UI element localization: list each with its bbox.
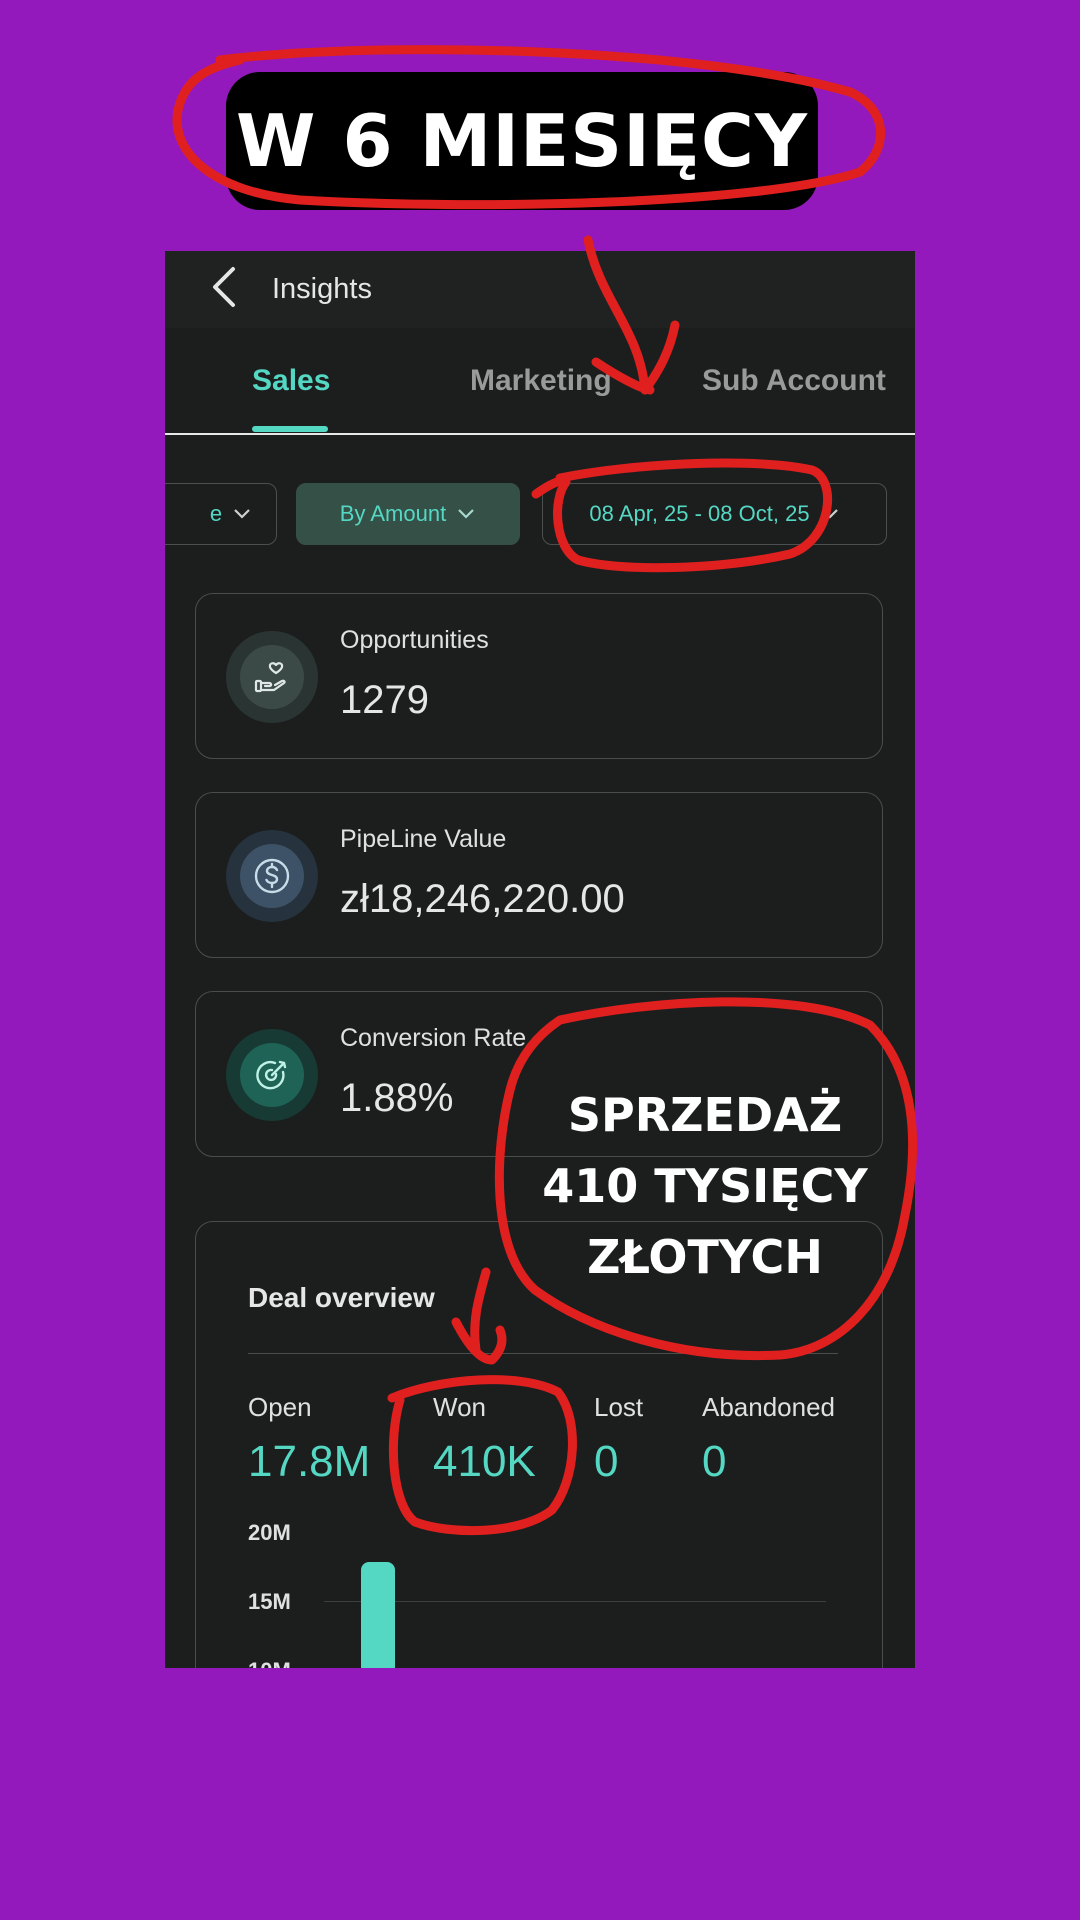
app-screen: Insights Sales Marketing Sub Account e B…: [165, 251, 915, 1668]
back-arrow-icon[interactable]: [205, 257, 245, 317]
pipeline-value-card[interactable]: PipeLine Value zł18,246,220.00: [195, 792, 883, 958]
stat-lost[interactable]: Lost 0: [594, 1392, 643, 1487]
stat-abandoned-value: 0: [702, 1437, 727, 1486]
page-title: Insights: [272, 273, 372, 305]
annotation-line: SPRZEDAŻ: [567, 1088, 843, 1142]
y-tick-label: 20M: [248, 1520, 291, 1545]
stat-open-label: Open: [248, 1392, 312, 1422]
gridline: [324, 1601, 826, 1602]
pipeline-filter-chip[interactable]: e: [165, 483, 277, 545]
conversion-rate-value: 1.88%: [340, 1076, 454, 1120]
pipeline-filter-label: e: [209, 501, 223, 526]
hand-heart-icon: [226, 631, 318, 723]
stat-lost-label: Lost: [594, 1392, 644, 1422]
headline-banner: W 6 MIESIĘCY: [226, 72, 818, 210]
annotation-line: 410 TYSIĘCY: [542, 1159, 868, 1213]
top-bar: Insights: [165, 251, 915, 328]
stat-abandoned[interactable]: Abandoned 0: [702, 1392, 835, 1487]
chart-bar[interactable]: [361, 1562, 395, 1668]
date-range-chip[interactable]: 08 Apr, 25 - 08 Oct, 25: [542, 483, 887, 545]
annotation-text: SPRZEDAŻ 410 TYSIĘCY ZŁOTYCH: [520, 1080, 890, 1293]
pipeline-value-label: PipeLine Value: [340, 825, 507, 853]
deal-overview-title: Deal overview: [248, 1282, 435, 1313]
filter-row: e By Amount 08 Apr, 25 - 08 Oct, 25: [165, 483, 915, 547]
opportunities-value: 1279: [340, 678, 429, 722]
date-range-label: 08 Apr, 25 - 08 Oct, 25: [589, 501, 810, 526]
divider: [248, 1353, 838, 1354]
by-amount-chip[interactable]: By Amount: [296, 483, 520, 545]
chevron-down-icon: [456, 507, 476, 521]
dollar-coin-icon: [226, 830, 318, 922]
stat-won-label: Won: [433, 1392, 486, 1422]
stat-abandoned-label: Abandoned: [702, 1392, 836, 1422]
tab-marketing[interactable]: Marketing: [470, 328, 612, 433]
stat-lost-value: 0: [594, 1437, 619, 1486]
active-tab-indicator: [252, 426, 328, 432]
by-amount-label: By Amount: [339, 501, 447, 526]
opportunities-card[interactable]: Opportunities 1279: [195, 593, 883, 759]
tab-bar: Sales Marketing Sub Account: [165, 328, 915, 435]
stat-open[interactable]: Open 17.8M: [248, 1392, 370, 1487]
conversion-rate-label: Conversion Rate: [340, 1024, 527, 1052]
pipeline-value-amount: zł18,246,220.00: [340, 877, 625, 921]
opportunities-label: Opportunities: [340, 626, 489, 654]
stat-won[interactable]: Won 410K: [433, 1392, 536, 1487]
y-tick-label: 15M: [248, 1589, 291, 1614]
target-arrow-icon: [226, 1029, 318, 1121]
stat-open-value: 17.8M: [248, 1437, 371, 1486]
chevron-down-icon: [232, 507, 252, 521]
tab-sales[interactable]: Sales: [252, 328, 330, 433]
stat-won-value: 410K: [433, 1437, 536, 1486]
annotation-line: ZŁOTYCH: [587, 1230, 823, 1284]
chevron-down-icon: [820, 507, 840, 521]
y-tick-label: 10M: [248, 1658, 291, 1668]
tab-sub-account[interactable]: Sub Account: [702, 328, 886, 433]
